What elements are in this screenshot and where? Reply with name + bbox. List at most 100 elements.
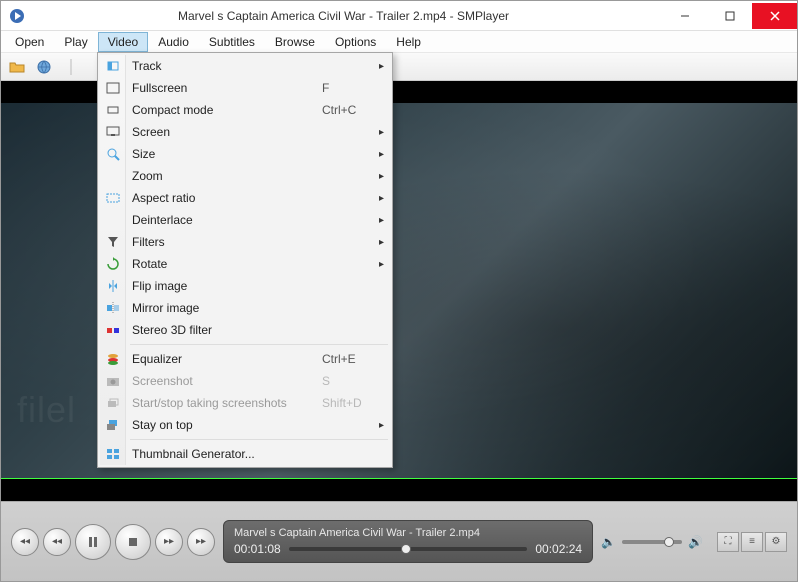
menu-subtitles[interactable]: Subtitles [199,32,265,52]
menu-item-shortcut: Ctrl+C [322,103,372,117]
next-button[interactable]: ▸▸ [187,528,215,556]
menu-browse[interactable]: Browse [265,32,325,52]
submenu-arrow-icon: ▸ [379,149,384,160]
menu-item-label: Equalizer [132,352,302,366]
submenu-arrow-icon: ▸ [379,215,384,226]
menu-item-label: Track [132,59,372,73]
menu-item-screenshot: Screenshot S [100,370,390,392]
filters-icon [105,234,121,250]
menu-item-label: Screenshot [132,374,302,388]
menu-item-zoom[interactable]: Zoom ▸ [100,165,390,187]
settings-button[interactable]: ⚙ [765,532,787,552]
aspect-icon [105,190,121,206]
menubar: Open Play Video Audio Subtitles Browse O… [1,31,797,53]
pause-button[interactable] [75,524,111,560]
track-icon [105,58,121,74]
menu-video[interactable]: Video [98,32,148,52]
menu-separator [130,344,388,345]
menu-item-label: Thumbnail Generator... [132,447,372,461]
menu-item-label: Flip image [132,279,372,293]
thumb-icon [105,446,121,462]
menu-play[interactable]: Play [54,32,97,52]
menu-item-label: Start/stop taking screenshots [132,396,302,410]
stop-button[interactable] [115,524,151,560]
menu-item-label: Aspect ratio [132,191,372,205]
menu-item-shortcut: Shift+D [322,396,372,410]
menu-item-stereo-3d-filter[interactable]: Stereo 3D filter [100,319,390,341]
prev-button[interactable]: ◂◂ [11,528,39,556]
menu-item-compact-mode[interactable]: Compact modeCtrl+C [100,99,390,121]
submenu-arrow-icon: ▸ [379,420,384,431]
toolbar-open-file[interactable] [5,55,29,79]
time-duration: 00:02:24 [535,542,582,556]
submenu-arrow-icon: ▸ [379,127,384,138]
menu-item-stay-on-top[interactable]: Stay on top ▸ [100,414,390,436]
menu-item-label: Mirror image [132,301,372,315]
fullscreen-button[interactable]: ⛶ [717,532,739,552]
stereo-icon [105,322,121,338]
menu-options[interactable]: Options [325,32,386,52]
menu-item-flip-image[interactable]: Flip image [100,275,390,297]
menu-item-fullscreen[interactable]: Fullscreen F [100,77,390,99]
video-menu-dropdown: Track▸FullscreenFCompact modeCtrl+CScree… [97,52,393,468]
menu-item-label: Zoom [132,169,372,183]
submenu-arrow-icon: ▸ [379,193,384,204]
submenu-arrow-icon: ▸ [379,171,384,182]
toolbar-open-url[interactable] [32,55,56,79]
mute-icon[interactable]: 🔈 [601,535,616,549]
volume-thumb[interactable] [664,537,674,547]
menu-open[interactable]: Open [5,32,54,52]
window-title: Marvel s Captain America Civil War - Tra… [25,9,662,23]
menu-item-filters[interactable]: Filters▸ [100,231,390,253]
menu-item-mirror-image[interactable]: Mirror image [100,297,390,319]
zoom-icon [105,168,121,184]
equalizer-icon [105,351,121,367]
frame-separator [1,478,797,479]
menu-item-equalizer[interactable]: Equalizer Ctrl+E [100,348,390,370]
menu-item-shortcut: F [322,81,372,95]
menu-item-label: Size [132,147,372,161]
menu-item-deinterlace[interactable]: Deinterlace ▸ [100,209,390,231]
menu-item-label: Fullscreen [132,81,302,95]
playback-buttons: ◂◂ ◂◂ ▸▸ ▸▸ [11,524,215,560]
menu-item-label: Stereo 3D filter [132,323,372,337]
menu-item-label: Deinterlace [132,213,372,227]
deint-icon [105,212,121,228]
compact-icon [105,102,121,118]
menu-item-label: Stay on top [132,418,372,432]
ontop-icon [105,417,121,433]
menu-item-start-stop-taking-screenshots: Start/stop taking screenshots Shift+D [100,392,390,414]
menu-item-screen[interactable]: Screen▸ [100,121,390,143]
seek-bar[interactable] [289,547,528,551]
menu-help[interactable]: Help [386,32,431,52]
submenu-arrow-icon: ▸ [379,237,384,248]
menu-separator [130,439,388,440]
close-button[interactable] [752,3,797,29]
toolbar-separator [59,55,83,79]
now-playing-title: Marvel s Captain America Civil War - Tra… [234,527,582,539]
minimize-button[interactable] [662,3,707,29]
rewind-button[interactable]: ◂◂ [43,528,71,556]
submenu-arrow-icon: ▸ [379,61,384,72]
info-panel: Marvel s Captain America Civil War - Tra… [223,520,593,563]
menu-item-thumbnail-generator[interactable]: Thumbnail Generator... [100,443,390,465]
app-icon [9,8,25,24]
menu-item-shortcut: S [322,374,372,388]
time-position: 00:01:08 [234,542,281,556]
menu-audio[interactable]: Audio [148,32,199,52]
seek-thumb[interactable] [401,544,411,554]
volume-area: 🔈 🔊 [601,535,703,549]
rotate-icon [105,256,121,272]
menu-item-track[interactable]: Track ▸ [100,55,390,77]
menu-item-shortcut: Ctrl+E [322,352,372,366]
screen-icon [105,124,121,140]
forward-button[interactable]: ▸▸ [155,528,183,556]
flip-icon [105,278,121,294]
playlist-button[interactable]: ≡ [741,532,763,552]
menu-item-aspect-ratio[interactable]: Aspect ratio ▸ [100,187,390,209]
camera-icon [105,373,121,389]
maximize-button[interactable] [707,3,752,29]
volume-slider[interactable] [622,540,682,544]
menu-item-rotate[interactable]: Rotate▸ [100,253,390,275]
menu-item-size[interactable]: Size ▸ [100,143,390,165]
